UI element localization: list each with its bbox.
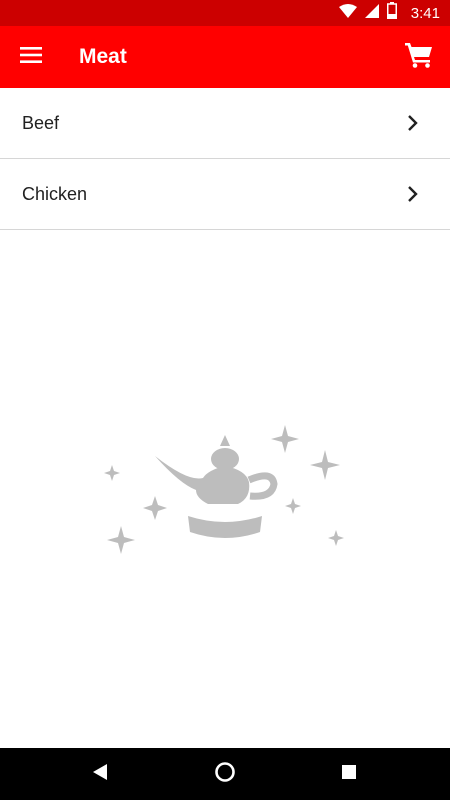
chevron-right-icon <box>404 114 422 132</box>
category-list: Beef Chicken <box>0 88 450 230</box>
status-time: 3:41 <box>410 4 440 22</box>
app-bar: Meat <box>0 26 450 88</box>
list-item-label: Beef <box>22 112 60 133</box>
wifi-icon <box>338 3 357 23</box>
nav-bar <box>0 748 450 800</box>
back-button[interactable] <box>84 758 116 790</box>
battery-icon <box>386 2 397 24</box>
list-item-beef[interactable]: Beef <box>0 88 450 159</box>
cart-button[interactable] <box>402 40 436 74</box>
signal-icon <box>364 3 379 23</box>
chevron-right-icon <box>404 185 422 203</box>
status-icons: 3:41 <box>338 0 440 26</box>
list-item-label: Chicken <box>22 183 88 204</box>
back-icon <box>93 763 107 785</box>
recents-button[interactable] <box>333 758 365 790</box>
menu-icon <box>20 46 42 68</box>
magic-lamp-icon <box>100 420 350 570</box>
cart-icon <box>405 42 433 73</box>
list-item-chicken[interactable]: Chicken <box>0 159 450 230</box>
menu-button[interactable] <box>14 42 48 72</box>
home-icon <box>214 761 236 788</box>
recents-icon <box>342 764 356 784</box>
home-button[interactable] <box>209 758 241 790</box>
status-bar: 3:41 <box>0 0 450 26</box>
page-title: Meat <box>79 45 127 68</box>
